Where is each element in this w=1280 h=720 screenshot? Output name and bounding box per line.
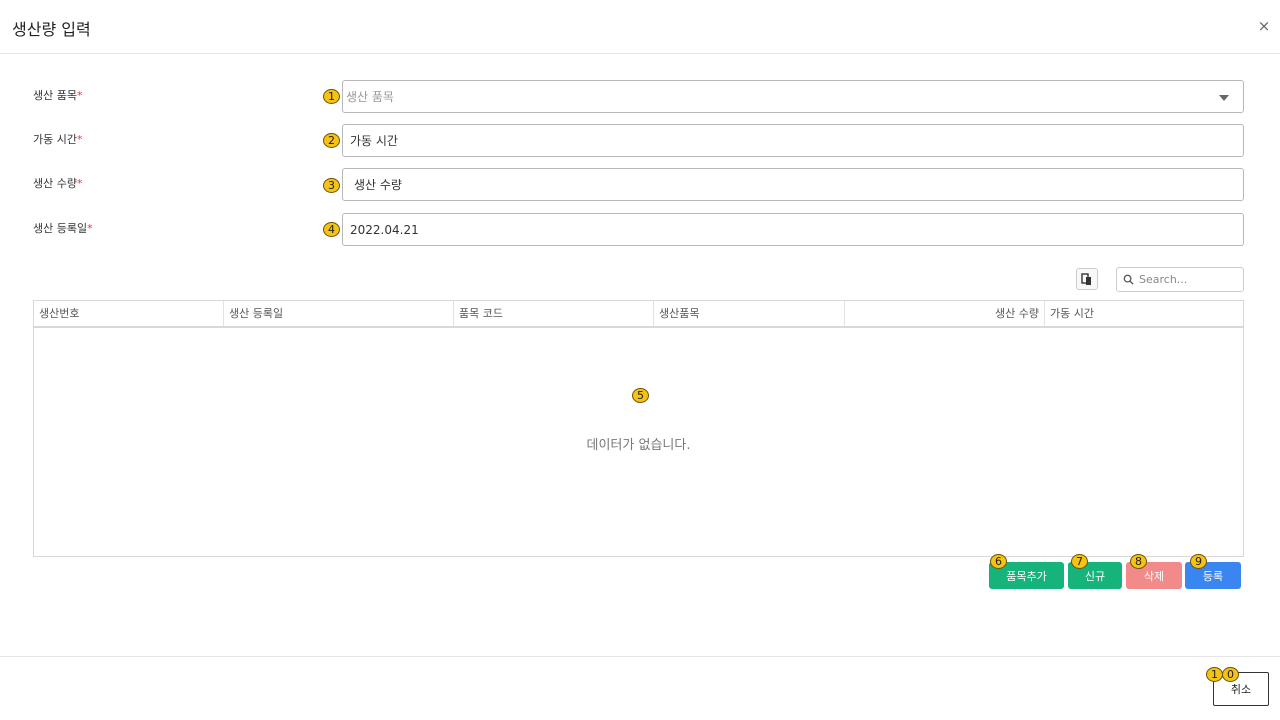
marker-4: 4	[323, 222, 340, 237]
search-icon	[1123, 274, 1134, 285]
marker-3: 3	[323, 178, 340, 193]
required-mark: *	[87, 222, 93, 235]
date-label: 생산 등록일*	[33, 220, 93, 236]
date-label-text: 생산 등록일	[33, 222, 88, 235]
column-header[interactable]: 생산 수량	[845, 301, 1045, 326]
hours-field-value: 가동 시간	[350, 134, 398, 148]
modal-title: 생산량 입력	[12, 20, 91, 39]
column-header[interactable]: 품목 코드	[454, 301, 654, 326]
column-header[interactable]: 생산번호	[34, 301, 224, 326]
marker-1: 1	[323, 89, 340, 104]
product-select[interactable]: 생산 품목	[342, 80, 1244, 113]
marker-5: 5	[632, 388, 649, 403]
marker-10-a: 1	[1206, 667, 1223, 682]
marker-8: 8	[1130, 554, 1147, 569]
search-input[interactable]	[1139, 273, 1239, 286]
required-mark: *	[76, 133, 83, 146]
product-select-placeholder: 생산 품목	[346, 90, 394, 104]
chevron-down-icon	[1219, 95, 1229, 101]
hours-label-text: 가동 시간	[33, 133, 77, 146]
quantity-label: 생산 수량*	[33, 175, 82, 191]
quantity-field-value: 생산 수량	[354, 178, 402, 192]
column-header[interactable]: 생산품목	[654, 301, 845, 326]
quantity-field[interactable]: 생산 수량	[342, 168, 1244, 201]
modal-footer	[0, 656, 1280, 720]
search-box[interactable]	[1116, 267, 1244, 292]
data-grid: 생산번호 생산 등록일 품목 코드 생산품목 생산 수량 가동 시간 데이터가 …	[33, 300, 1244, 557]
empty-message: 데이터가 없습니다.	[586, 438, 691, 453]
marker-6: 6	[990, 554, 1007, 569]
marker-7: 7	[1071, 554, 1088, 569]
column-header[interactable]: 생산 등록일	[224, 301, 454, 326]
product-label-text: 생산 품목	[33, 89, 77, 102]
column-header[interactable]: 가동 시간	[1045, 301, 1243, 326]
required-mark: *	[76, 89, 83, 102]
marker-2: 2	[323, 133, 340, 148]
export-icon	[1081, 273, 1091, 285]
date-field-value: 2022.04.21	[350, 222, 419, 237]
close-button[interactable]: ×	[1256, 16, 1272, 36]
export-button[interactable]	[1076, 268, 1098, 290]
grid-header: 생산번호 생산 등록일 품목 코드 생산품목 생산 수량 가동 시간	[34, 301, 1243, 328]
modal-header: 생산량 입력 ×	[0, 0, 1280, 54]
hours-field[interactable]: 가동 시간	[342, 124, 1244, 157]
required-mark: *	[76, 177, 83, 190]
product-label: 생산 품목*	[33, 87, 82, 103]
marker-9: 9	[1190, 554, 1207, 569]
date-field[interactable]: 2022.04.21	[342, 213, 1244, 246]
marker-10-b: 0	[1222, 667, 1239, 682]
hours-label: 가동 시간*	[33, 131, 82, 147]
quantity-label-text: 생산 수량	[33, 177, 77, 190]
